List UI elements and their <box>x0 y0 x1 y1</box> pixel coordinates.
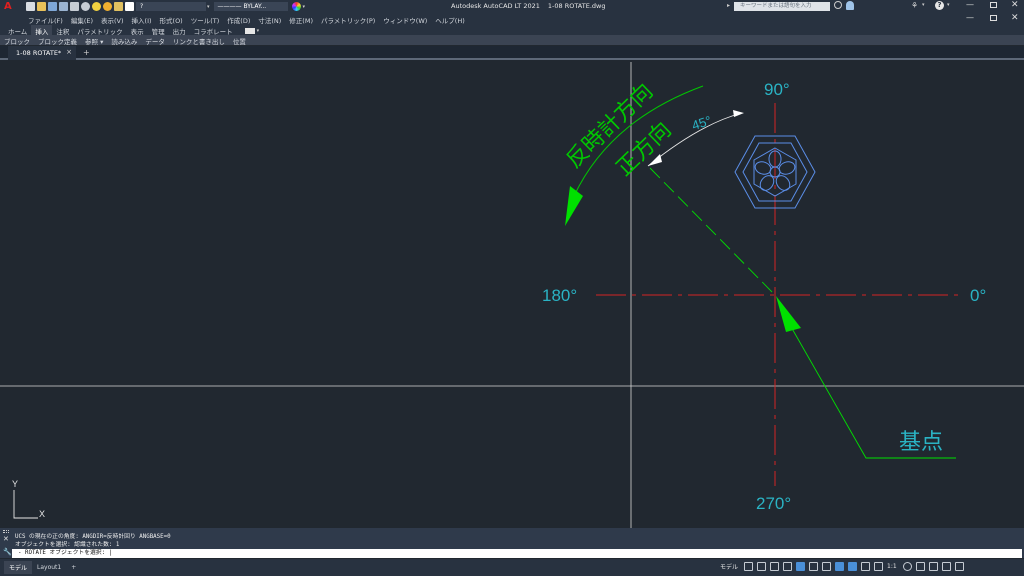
ortho-icon[interactable] <box>770 562 780 571</box>
grid-icon[interactable] <box>744 562 754 571</box>
help-icon[interactable]: ? <box>935 1 944 10</box>
angle-45-label: 45° <box>690 113 713 133</box>
sun-icon[interactable] <box>103 2 112 11</box>
print-icon[interactable] <box>70 2 79 11</box>
auto-scale-icon[interactable] <box>874 562 884 571</box>
document-tabs: 1-08 ROTATE* × + <box>0 46 1024 60</box>
color-swatch-icon[interactable] <box>125 2 134 11</box>
command-history-line-2: オブジェクトを選択: 認識された数: 1 <box>15 542 120 548</box>
chevron-down-icon[interactable]: ▾ <box>257 28 260 34</box>
autocad-logo-icon[interactable]: A <box>4 1 16 12</box>
panel-location[interactable]: 位置 <box>229 36 250 46</box>
search-arrow-icon[interactable]: ▸ <box>727 2 730 9</box>
ucs-icon <box>13 490 38 519</box>
minimize-icon[interactable]: — <box>966 13 974 22</box>
panel-data[interactable]: データ <box>141 36 169 46</box>
new-file-icon[interactable] <box>26 2 35 11</box>
quick-access-toolbar: A ? ▾ ———— BYLAY... ▾ <box>4 1 305 12</box>
window-title: Autodesk AutoCAD LT 2021 1-08 ROTATE.dwg <box>451 2 605 10</box>
panel-import[interactable]: 読み込み <box>107 36 141 46</box>
user-icon[interactable] <box>846 1 854 10</box>
selection-cycling-icon[interactable] <box>848 562 858 571</box>
restore-icon[interactable] <box>990 2 997 8</box>
panel-block-definition[interactable]: ブロック定義 <box>34 36 81 46</box>
status-bar: モデル Layout1 + モデル 1:1 <box>0 559 1024 576</box>
osnap-icon[interactable] <box>796 562 806 571</box>
close-tab-icon[interactable]: × <box>66 48 72 56</box>
ucs-x-label: X <box>39 509 45 519</box>
panel-link-extract[interactable]: リンクと書き出し <box>169 36 229 46</box>
snap-icon[interactable] <box>757 562 767 571</box>
ribbon-toggle-icon[interactable] <box>244 28 255 34</box>
lock-icon[interactable] <box>114 2 123 11</box>
model-space-button[interactable]: モデル <box>720 562 738 571</box>
chevron-down-icon[interactable]: ▾ <box>947 2 950 8</box>
share-icon[interactable]: ⚘ <box>911 1 918 10</box>
annotation-visibility-icon[interactable] <box>861 562 871 571</box>
layer-dropdown[interactable]: ? <box>136 2 206 11</box>
title-bar: A ? ▾ ———— BYLAY... ▾ Autodesk AutoCAD L… <box>0 0 1024 13</box>
menu-bar: ファイル(F) 編集(E) 表示(V) 挿入(I) 形式(O) ツール(T) 作… <box>0 13 1024 25</box>
annotation-scale[interactable]: 1:1 <box>887 563 897 570</box>
angle-0-label: 0° <box>970 286 986 305</box>
app-name: Autodesk AutoCAD LT 2021 <box>451 2 540 10</box>
search-input[interactable]: キーワードまたは語句を入力 <box>734 2 830 11</box>
add-tab-button[interactable]: + <box>83 48 90 57</box>
close-icon[interactable]: ✕ <box>1011 0 1019 10</box>
lightbulb-icon[interactable] <box>92 2 101 11</box>
ribbon-panels: ブロック ブロック定義 参照 ▾ 読み込み データ リンクと書き出し 位置 <box>0 35 1024 46</box>
customize-icon[interactable] <box>954 562 964 571</box>
ccw-arrowhead <box>565 186 583 226</box>
document-tab[interactable]: 1-08 ROTATE* × <box>8 46 76 60</box>
angle-arc-arrow-right <box>733 110 744 117</box>
base-point-arrowhead <box>776 296 801 332</box>
command-grip-icon[interactable] <box>3 530 9 533</box>
search-icon[interactable] <box>834 1 842 9</box>
angle-270-label: 270° <box>756 494 791 513</box>
isolate-icon[interactable] <box>928 562 938 571</box>
angle-180-label: 180° <box>542 286 577 305</box>
close-icon[interactable]: ✕ <box>1011 13 1019 23</box>
dropdown-arrow-icon[interactable]: ▾ <box>303 4 306 10</box>
command-close-icon[interactable]: ✕ <box>3 535 9 543</box>
panel-block[interactable]: ブロック <box>0 36 34 46</box>
gear-icon[interactable] <box>902 562 912 571</box>
color-wheel-icon[interactable] <box>291 2 301 11</box>
add-layout-button[interactable]: + <box>66 562 81 573</box>
base-point-label: 基点 <box>899 430 943 455</box>
restore-icon[interactable] <box>990 15 997 21</box>
chevron-down-icon[interactable]: ▾ <box>207 4 210 10</box>
fullscreen-icon[interactable] <box>941 562 951 571</box>
panel-reference[interactable]: 参照 ▾ <box>81 36 107 46</box>
linetype-dropdown[interactable]: ———— BYLAY... <box>213 2 288 11</box>
command-input[interactable]: - ROTATE オブジェクトを選択: | <box>12 549 1022 558</box>
transparency-icon[interactable] <box>835 562 845 571</box>
drawing-svg[interactable]: 90° 0° 180° 270° 45° 反時計方向 正方向 基点 Y X <box>0 62 1024 528</box>
plus-icon[interactable] <box>915 562 925 571</box>
save-as-icon[interactable] <box>59 2 68 11</box>
minimize-icon[interactable]: — <box>966 0 974 9</box>
chevron-down-icon[interactable]: ▾ <box>922 2 925 8</box>
command-window: ✕ 🔧 UCS の現在の正の角度: ANGDIR=反時計回り ANGBASE=0… <box>0 528 1024 558</box>
undo-icon[interactable] <box>81 2 90 11</box>
document-tab-label: 1-08 ROTATE* <box>16 49 62 57</box>
command-prompt: - ROTATE オブジェクトを選択: <box>18 550 106 556</box>
rotation-reference-line[interactable] <box>649 167 776 296</box>
command-settings-icon[interactable]: 🔧 <box>3 548 12 556</box>
file-name: 1-08 ROTATE.dwg <box>547 2 606 10</box>
angle-90-label: 90° <box>764 80 790 99</box>
otrack-icon[interactable] <box>809 562 819 571</box>
model-tab[interactable]: モデル <box>4 561 33 574</box>
ucs-y-label: Y <box>12 479 18 489</box>
save-icon[interactable] <box>48 2 57 11</box>
polar-icon[interactable] <box>783 562 793 571</box>
lineweight-icon[interactable] <box>822 562 832 571</box>
drawing-canvas[interactable]: 90° 0° 180° 270° 45° 反時計方向 正方向 基点 Y X <box>0 62 1024 528</box>
ribbon-tabs: ホーム 挿入 注釈 パラメトリック 表示 管理 出力 コラボレート ▾ <box>0 24 1024 37</box>
open-folder-icon[interactable] <box>37 2 46 11</box>
layout1-tab[interactable]: Layout1 <box>32 562 66 573</box>
